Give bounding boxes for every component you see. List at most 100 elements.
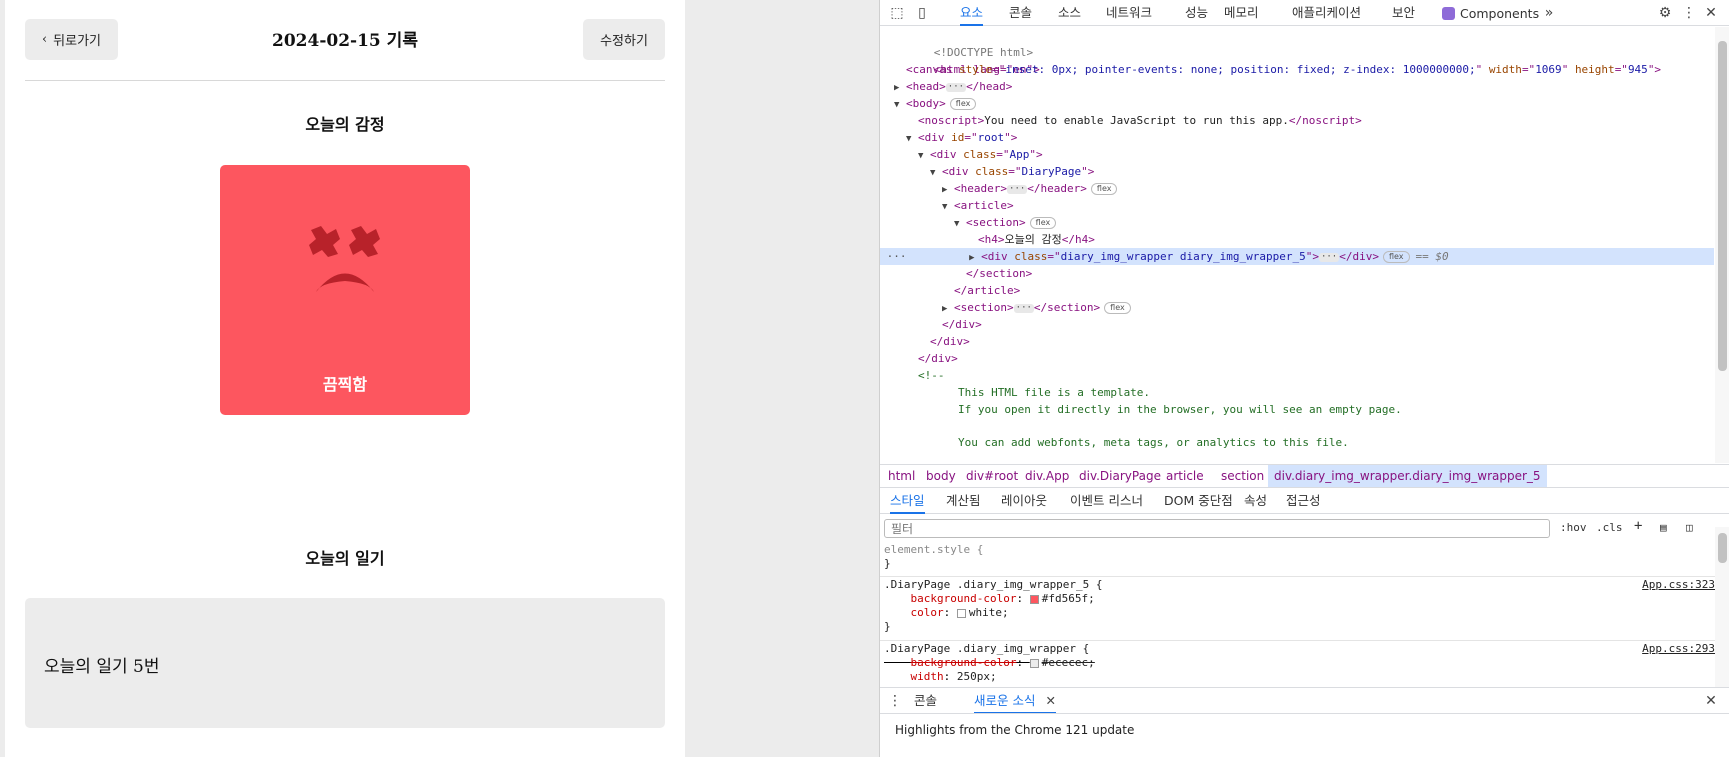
- breadcrumb-item[interactable]: body: [926, 465, 956, 487]
- flex-badge[interactable]: flex: [1090, 183, 1118, 195]
- css-value[interactable]: 250px;: [957, 670, 997, 683]
- device-toolbar-icon[interactable]: ▯: [913, 4, 931, 22]
- breadcrumb-item[interactable]: section: [1221, 465, 1264, 487]
- css-value[interactable]: white;: [969, 606, 1009, 619]
- dom-node[interactable]: </article>: [880, 282, 1714, 299]
- tab-performance[interactable]: 성능: [1185, 0, 1208, 26]
- dom-node[interactable]: </div>: [880, 316, 1714, 333]
- dom-node[interactable]: ▼ <div class="App">: [880, 146, 1714, 163]
- collapse-arrow-icon[interactable]: ▼: [918, 151, 923, 161]
- dom-node[interactable]: ▼ <section> flex: [880, 214, 1714, 231]
- expand-arrow-icon[interactable]: ▶: [942, 185, 947, 195]
- tab-security[interactable]: 보안: [1392, 0, 1415, 26]
- dom-node[interactable]: </div>: [880, 333, 1714, 350]
- styles-scrollbar-thumb[interactable]: [1718, 533, 1727, 563]
- rule-source-link[interactable]: App.css:323: [1642, 578, 1715, 592]
- close-icon[interactable]: ✕: [1702, 4, 1720, 22]
- tab-memory[interactable]: 메모리: [1224, 0, 1259, 26]
- drawer-tab-whats-new[interactable]: 새로운 소식 ✕: [974, 688, 1056, 714]
- expand-arrow-icon[interactable]: ▶: [969, 253, 974, 263]
- dom-node[interactable]: This HTML file is a template.: [880, 384, 1714, 401]
- dom-node[interactable]: You can add webfonts, meta tags, or anal…: [880, 434, 1714, 451]
- rule-source-link[interactable]: App.css:293: [1642, 642, 1715, 656]
- dom-node[interactable]: <!DOCTYPE html>: [880, 27, 1714, 59]
- css-property[interactable]: width: [911, 670, 944, 683]
- css-value[interactable]: #fd565f;: [1042, 592, 1095, 605]
- more-tabs-icon[interactable]: »: [1540, 4, 1558, 22]
- dom-node[interactable]: ▼ <article>: [880, 197, 1714, 214]
- dom-scrollbar-thumb[interactable]: [1718, 41, 1727, 371]
- breadcrumb-item[interactable]: article: [1166, 465, 1204, 487]
- tab-console[interactable]: 콘솔: [1009, 0, 1032, 26]
- close-drawer-icon[interactable]: ✕: [1702, 692, 1720, 710]
- canvas-height-value: 945: [1627, 63, 1648, 76]
- edit-button[interactable]: 수정하기: [583, 19, 665, 60]
- dom-node[interactable]: <html lang="en">: [880, 44, 1714, 76]
- collapse-arrow-icon[interactable]: ▼: [942, 202, 947, 212]
- tab-layout[interactable]: 레이아웃: [1001, 488, 1047, 514]
- css-property[interactable]: background-color: [911, 592, 1017, 605]
- drawer-tab-console[interactable]: 콘솔: [914, 688, 937, 714]
- collapse-arrow-icon[interactable]: ▼: [954, 219, 959, 229]
- expand-arrow-icon[interactable]: ▶: [894, 83, 899, 93]
- inspect-element-icon[interactable]: ⬚: [888, 4, 906, 22]
- cls-toggle[interactable]: .cls: [1596, 521, 1623, 534]
- dom-node[interactable]: ▶ <section> ··· </section> flex: [880, 299, 1714, 316]
- tab-event-listeners[interactable]: 이벤트 리스너: [1070, 488, 1143, 514]
- dom-node[interactable]: <noscript>You need to enable JavaScript …: [880, 112, 1714, 129]
- dom-node[interactable]: ▼ <div id="root">: [880, 129, 1714, 146]
- dom-node[interactable]: ▶ <header> ··· </header> flex: [880, 180, 1714, 197]
- back-button[interactable]: ‹ 뒤로가기: [25, 19, 118, 60]
- flex-badge[interactable]: flex: [1382, 251, 1410, 263]
- tab-sources[interactable]: 소스: [1058, 0, 1081, 26]
- color-swatch[interactable]: [1029, 658, 1039, 668]
- flex-badge[interactable]: flex: [1104, 302, 1131, 314]
- dom-node[interactable]: If you open it directly in the browser, …: [880, 401, 1714, 418]
- tab-properties[interactable]: 속성: [1244, 488, 1267, 514]
- dom-node-selected[interactable]: ··· ▶ <div class="diary_img_wrapper diar…: [880, 248, 1714, 265]
- breadcrumb-item[interactable]: div.DiaryPage: [1079, 465, 1161, 487]
- flex-badge[interactable]: flex: [1029, 217, 1057, 229]
- breadcrumb-item[interactable]: div#root: [966, 465, 1018, 487]
- color-swatch[interactable]: [956, 608, 966, 618]
- css-property-overridden[interactable]: background-color: [911, 656, 1017, 669]
- collapse-arrow-icon[interactable]: ▼: [894, 100, 899, 110]
- tab-application[interactable]: 애플리케이션: [1292, 0, 1361, 26]
- flex-badge[interactable]: flex: [949, 98, 977, 110]
- sidebar-toggle-icon[interactable]: ◫: [1686, 521, 1693, 534]
- paint-icon[interactable]: ▤: [1660, 521, 1667, 534]
- breadcrumb-item-selected[interactable]: div.diary_img_wrapper.diary_img_wrapper_…: [1268, 465, 1547, 487]
- css-value-overridden[interactable]: #ececec;: [1042, 656, 1095, 669]
- dom-node[interactable]: ▼ <body> flex: [880, 95, 1714, 112]
- gear-icon[interactable]: ⚙: [1656, 4, 1674, 22]
- dom-node[interactable]: <!--: [880, 367, 1714, 384]
- drawer-menu-icon[interactable]: ⋮: [886, 692, 904, 710]
- dom-node[interactable]: <h4>오늘의 감정</h4>: [880, 231, 1714, 248]
- dom-node[interactable]: <canvas style="inset: 0px; pointer-event…: [880, 61, 1714, 78]
- close-tab-icon[interactable]: ✕: [1045, 693, 1055, 708]
- add-rule-icon[interactable]: +: [1634, 518, 1642, 534]
- collapse-arrow-icon[interactable]: ▼: [930, 168, 935, 178]
- tab-network[interactable]: 네트워크: [1106, 0, 1152, 26]
- hov-toggle[interactable]: :hov: [1560, 521, 1587, 534]
- styles-filter-input[interactable]: [884, 519, 1550, 538]
- tab-components[interactable]: Components: [1442, 0, 1539, 26]
- tab-computed[interactable]: 계산됨: [946, 488, 981, 514]
- breadcrumb-item[interactable]: html: [888, 465, 915, 487]
- breadcrumb-item[interactable]: div.App: [1025, 465, 1069, 487]
- styles-scrollbar[interactable]: [1715, 527, 1729, 687]
- dom-node[interactable]: ▶ <head> ··· </head>: [880, 78, 1714, 95]
- tab-dom-breakpoints[interactable]: DOM 중단점: [1164, 488, 1233, 514]
- dom-scrollbar[interactable]: [1715, 27, 1729, 463]
- css-property[interactable]: color: [911, 606, 944, 619]
- dom-node[interactable]: </section>: [880, 265, 1714, 282]
- dom-node[interactable]: ▼ <div class="DiaryPage">: [880, 163, 1714, 180]
- color-swatch[interactable]: [1029, 594, 1039, 604]
- tab-accessibility[interactable]: 접근성: [1286, 488, 1321, 514]
- dom-node[interactable]: </div>: [880, 350, 1714, 367]
- collapse-arrow-icon[interactable]: ▼: [906, 134, 911, 144]
- expand-arrow-icon[interactable]: ▶: [942, 304, 947, 314]
- kebab-menu-icon[interactable]: ⋮: [1680, 4, 1698, 22]
- tab-styles[interactable]: 스타일: [890, 488, 925, 514]
- tab-elements[interactable]: 요소: [960, 0, 984, 26]
